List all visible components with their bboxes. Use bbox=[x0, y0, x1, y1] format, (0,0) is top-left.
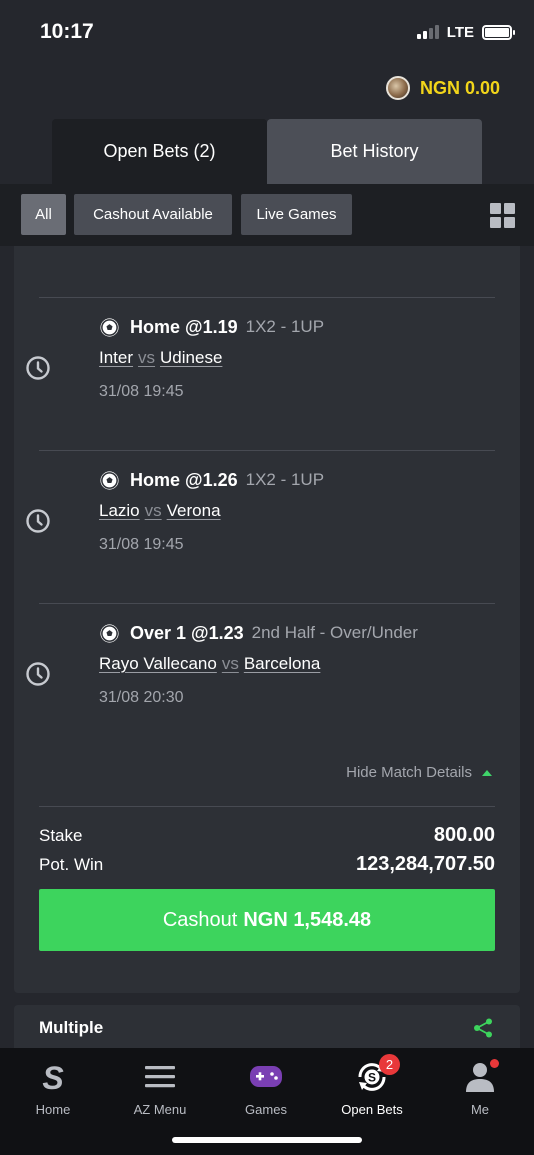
filter-cashout-available[interactable]: Cashout Available bbox=[74, 194, 232, 235]
svg-text:S: S bbox=[42, 1060, 64, 1095]
account-balance[interactable]: NGN 0.00 bbox=[385, 76, 500, 100]
selection-market: 1X2 - 1UP bbox=[245, 470, 325, 489]
sporty-logo-icon: S bbox=[42, 1060, 64, 1095]
stake-row: Stake 800.00 bbox=[39, 824, 495, 847]
soccer-ball-icon bbox=[100, 470, 119, 490]
filter-live-games[interactable]: Live Games bbox=[241, 194, 352, 235]
match-teams[interactable]: Inter vs Udinese bbox=[99, 348, 222, 368]
match-datetime: 31/08 19:45 bbox=[99, 536, 184, 553]
nav-home-label: Home bbox=[35, 1102, 71, 1117]
nav-open-bets-label: Open Bets bbox=[341, 1102, 403, 1117]
divider bbox=[39, 297, 495, 298]
open-bets-badge: 2 bbox=[379, 1054, 400, 1075]
match-teams[interactable]: Lazio vs Verona bbox=[99, 501, 221, 521]
hide-match-details-toggle[interactable]: Hide Match Details bbox=[346, 764, 492, 781]
cashout-button[interactable]: Cashout NGN 1,548.48 bbox=[39, 889, 495, 951]
divider bbox=[39, 450, 495, 451]
vs-label: vs bbox=[221, 654, 239, 673]
match-datetime: 31/08 20:30 bbox=[99, 689, 184, 706]
selection-pick-line: Over 1 @1.23 2nd Half - Over/Under bbox=[99, 620, 418, 646]
share-icon[interactable] bbox=[472, 1017, 494, 1039]
away-team[interactable]: Verona bbox=[167, 501, 221, 520]
filter-all[interactable]: All bbox=[21, 194, 66, 235]
nav-az-menu-label: AZ Menu bbox=[133, 1102, 187, 1117]
stake-value: 800.00 bbox=[433, 824, 495, 846]
nav-me[interactable]: Me bbox=[435, 1056, 525, 1124]
home-indicator bbox=[172, 1137, 362, 1143]
notification-dot bbox=[490, 1059, 499, 1068]
nav-open-bets[interactable]: S 2 Open Bets bbox=[327, 1054, 417, 1124]
hide-match-details-label: Hide Match Details bbox=[346, 764, 472, 781]
balance-amount: NGN 0.00 bbox=[419, 77, 500, 98]
network-label: LTE bbox=[446, 23, 474, 41]
status-bar: 10:17 LTE bbox=[0, 0, 534, 64]
cashout-prefix: Cashout bbox=[162, 908, 238, 931]
grid-view-icon[interactable] bbox=[490, 203, 515, 228]
nav-games[interactable]: Games bbox=[221, 1056, 311, 1124]
match-datetime: 31/08 19:45 bbox=[99, 383, 184, 400]
selection-item: Over 1 @1.23 2nd Half - Over/Under Rayo … bbox=[14, 620, 520, 730]
vs-label: vs bbox=[144, 501, 162, 520]
divider bbox=[39, 603, 495, 604]
vs-label: vs bbox=[138, 348, 156, 367]
soccer-ball-icon bbox=[100, 623, 119, 643]
selection-market: 1X2 - 1UP bbox=[245, 317, 325, 336]
hamburger-menu-icon bbox=[145, 1066, 175, 1088]
nav-az-menu[interactable]: AZ Menu bbox=[115, 1056, 205, 1124]
nav-home[interactable]: S Home bbox=[8, 1056, 98, 1124]
nav-me-label: Me bbox=[470, 1102, 490, 1117]
clock-icon bbox=[26, 509, 50, 533]
cashout-amount: NGN 1,548.48 bbox=[243, 908, 372, 931]
home-team[interactable]: Inter bbox=[99, 348, 133, 367]
selection-pick: Over 1 @1.23 bbox=[130, 622, 244, 643]
status-indicators: LTE bbox=[416, 23, 515, 41]
selection-pick-line: Home @1.26 1X2 - 1UP bbox=[99, 467, 324, 493]
tab-bet-history[interactable]: Bet History bbox=[267, 119, 482, 184]
away-team[interactable]: Barcelona bbox=[244, 654, 321, 673]
filter-bar: All Cashout Available Live Games bbox=[0, 184, 534, 246]
home-team[interactable]: Rayo Vallecano bbox=[99, 654, 217, 673]
clock-icon bbox=[26, 662, 50, 686]
selection-pick-line: Home @1.19 1X2 - 1UP bbox=[99, 314, 324, 340]
selection-market: 2nd Half - Over/Under bbox=[251, 623, 418, 642]
selection-item: Home @1.26 1X2 - 1UP Lazio vs Verona 31/08… bbox=[14, 467, 520, 577]
stake-label: Stake bbox=[39, 825, 83, 845]
bet-card: Home @1.19 1X2 - 1UP Inter vs Udinese 31/0… bbox=[14, 246, 520, 993]
selection-item: Home @1.19 1X2 - 1UP Inter vs Udinese 31/0… bbox=[14, 314, 520, 424]
tab-open-bets[interactable]: Open Bets (2) bbox=[52, 119, 267, 184]
signal-icon bbox=[416, 25, 439, 39]
selection-pick: Home @1.26 bbox=[130, 469, 238, 490]
soccer-ball-icon bbox=[100, 317, 119, 337]
bet-tabs: Open Bets (2) Bet History bbox=[52, 119, 482, 184]
battery-icon bbox=[482, 24, 515, 40]
selection-pick: Home @1.19 bbox=[130, 316, 238, 337]
bet-type-title: Multiple bbox=[39, 1018, 104, 1037]
home-team[interactable]: Lazio bbox=[99, 501, 140, 520]
potwin-label: Pot. Win bbox=[39, 854, 104, 874]
divider bbox=[39, 806, 495, 807]
avatar bbox=[385, 76, 410, 100]
caret-up-icon bbox=[482, 769, 492, 776]
svg-text:S: S bbox=[368, 1071, 376, 1085]
nav-games-label: Games bbox=[245, 1102, 287, 1117]
potwin-value: 123,284,707.50 bbox=[355, 853, 495, 875]
status-time: 10:17 bbox=[40, 20, 94, 43]
gamepad-icon bbox=[250, 1066, 282, 1087]
clock-icon bbox=[26, 356, 50, 380]
away-team[interactable]: Udinese bbox=[160, 348, 222, 367]
match-teams[interactable]: Rayo Vallecano vs Barcelona bbox=[99, 654, 320, 674]
potwin-row: Pot. Win 123,284,707.50 bbox=[39, 853, 495, 876]
